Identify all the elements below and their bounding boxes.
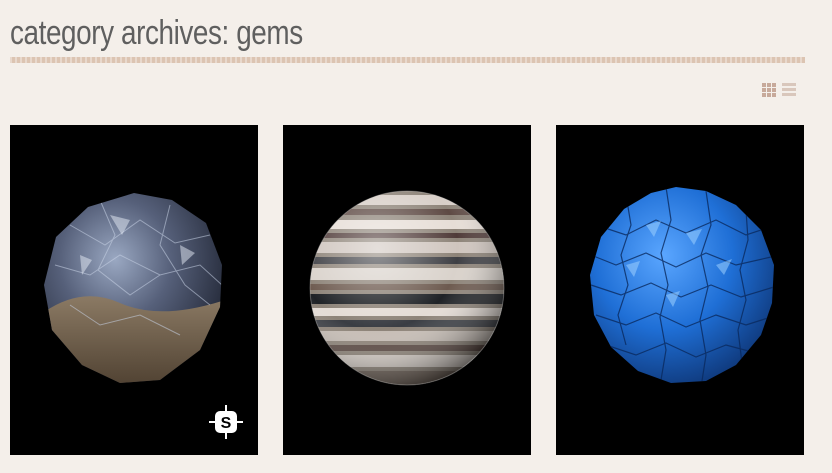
archive-item-3[interactable] bbox=[556, 125, 804, 455]
grid-view-icon[interactable] bbox=[762, 83, 776, 97]
blue-crystal-sphere-image[interactable] bbox=[556, 125, 804, 455]
title-divider bbox=[10, 57, 805, 63]
striped-agate-sphere-image[interactable] bbox=[283, 125, 531, 455]
archive-item-2[interactable] bbox=[283, 125, 531, 455]
page-title: category archives: gems bbox=[10, 14, 303, 52]
svg-text:S: S bbox=[221, 415, 232, 432]
list-view-icon[interactable] bbox=[782, 83, 796, 97]
archive-grid: S bbox=[10, 125, 804, 455]
view-toggle bbox=[762, 83, 796, 97]
archive-item-1[interactable]: S bbox=[10, 125, 258, 455]
substance-logo-icon: S bbox=[209, 405, 243, 439]
